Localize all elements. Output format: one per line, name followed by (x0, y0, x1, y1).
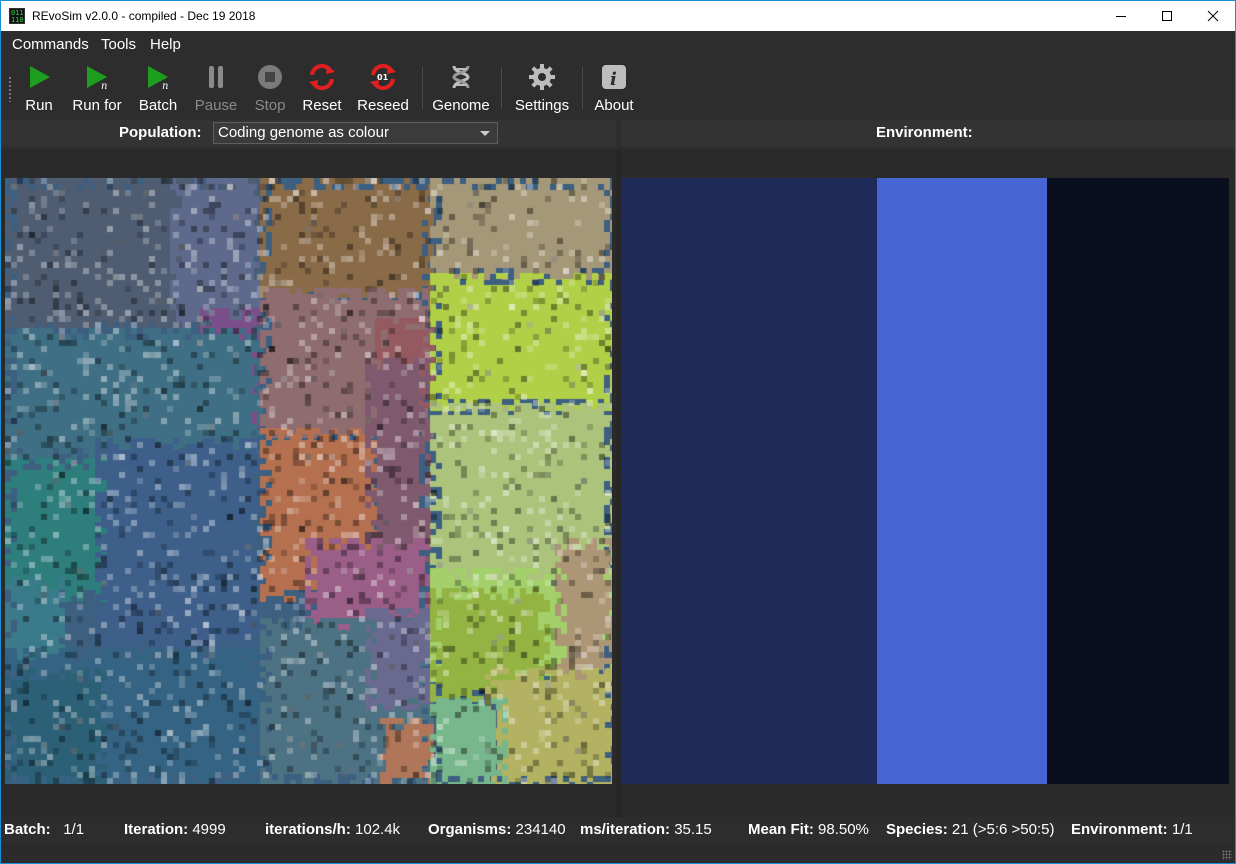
dna-icon (452, 65, 470, 89)
svg-text:i: i (610, 69, 617, 90)
play-n-batch-icon: n (148, 66, 168, 91)
population-view[interactable] (1, 149, 616, 817)
maximize-icon (1162, 11, 1172, 21)
minimize-icon (1116, 16, 1126, 17)
environment-header: Environment: (621, 120, 1235, 147)
status-bar: Batch: 1/1 Iteration: 4999 iterations/h:… (1, 817, 1235, 843)
status-species: Species: 21 (>5:6 >50:5) (886, 821, 1055, 838)
svg-text:n: n (101, 81, 107, 91)
toolbar-grip-handle[interactable] (8, 76, 12, 102)
toolbar-separator (582, 67, 583, 109)
run-for-button[interactable]: n Run for (67, 58, 127, 116)
svg-text:n: n (162, 81, 168, 91)
status-iteration: Iteration: 4999 (124, 821, 226, 838)
close-icon (1207, 10, 1219, 22)
menu-commands[interactable]: Commands (12, 36, 89, 53)
genome-button[interactable]: Genome (431, 58, 491, 116)
size-grip[interactable] (1222, 850, 1232, 860)
run-button[interactable]: Run (20, 58, 58, 116)
minimize-button[interactable] (1098, 1, 1144, 31)
menu-tools[interactable]: Tools (101, 36, 136, 53)
app-window: 011 110 REvoSim v2.0.0 - compiled - Dec … (0, 0, 1236, 864)
reseed-icon: 01 (370, 63, 396, 91)
status-iterations-per-hour: iterations/h: 102.4k (265, 821, 401, 838)
environment-grid (622, 178, 1229, 784)
reseed-button[interactable]: 01 Reseed (355, 58, 411, 116)
menu-help[interactable]: Help (150, 36, 181, 53)
reset-button[interactable]: Reset (299, 58, 345, 116)
menu-bar: Commands Tools Help (1, 31, 1235, 58)
population-mode-select[interactable]: Coding genome as colour (213, 122, 498, 144)
app-icon: 011 110 (9, 8, 25, 24)
bottom-strip (1, 843, 1235, 863)
population-label: Population: (119, 124, 202, 141)
status-environment: Environment: 1/1 (1071, 821, 1193, 838)
title-bar: 011 110 REvoSim v2.0.0 - compiled - Dec … (1, 1, 1235, 31)
population-mode-value: Coding genome as colour (218, 124, 389, 141)
reset-icon (309, 63, 335, 91)
chevron-down-icon (480, 131, 490, 136)
svg-text:01: 01 (377, 73, 389, 82)
status-batch: Batch: 1/1 (4, 821, 85, 838)
status-organisms: Organisms: 234140 (428, 821, 566, 838)
maximize-button[interactable] (1144, 1, 1190, 31)
info-icon: i (602, 65, 626, 90)
toolbar-separator (422, 67, 423, 109)
play-n-icon: n (87, 66, 107, 91)
stop-button[interactable]: Stop (250, 58, 290, 116)
about-button[interactable]: i About (591, 58, 637, 116)
close-button[interactable] (1190, 1, 1235, 31)
population-grid[interactable] (5, 178, 612, 784)
status-mean-fit: Mean Fit: 98.50% (748, 821, 869, 838)
gear-icon (529, 64, 555, 90)
play-icon (30, 66, 50, 88)
pause-button[interactable]: Pause (193, 58, 239, 116)
environment-band (877, 178, 1047, 784)
settings-button[interactable]: Settings (511, 58, 573, 116)
batch-button[interactable]: n Batch (136, 58, 180, 116)
toolbar: Run n Run for n Batch Pause Stop Reset 0… (1, 58, 1235, 118)
status-ms-per-iteration: ms/iteration: 35.15 (580, 821, 712, 838)
pause-icon (209, 66, 223, 88)
environment-band (1047, 178, 1229, 784)
environment-band (622, 178, 877, 784)
stop-icon (258, 65, 282, 89)
toolbar-separator (501, 67, 502, 109)
window-title: REvoSim v2.0.0 - compiled - Dec 19 2018 (32, 9, 256, 23)
environment-view[interactable] (621, 149, 1235, 817)
environment-label: Environment: (876, 124, 973, 141)
